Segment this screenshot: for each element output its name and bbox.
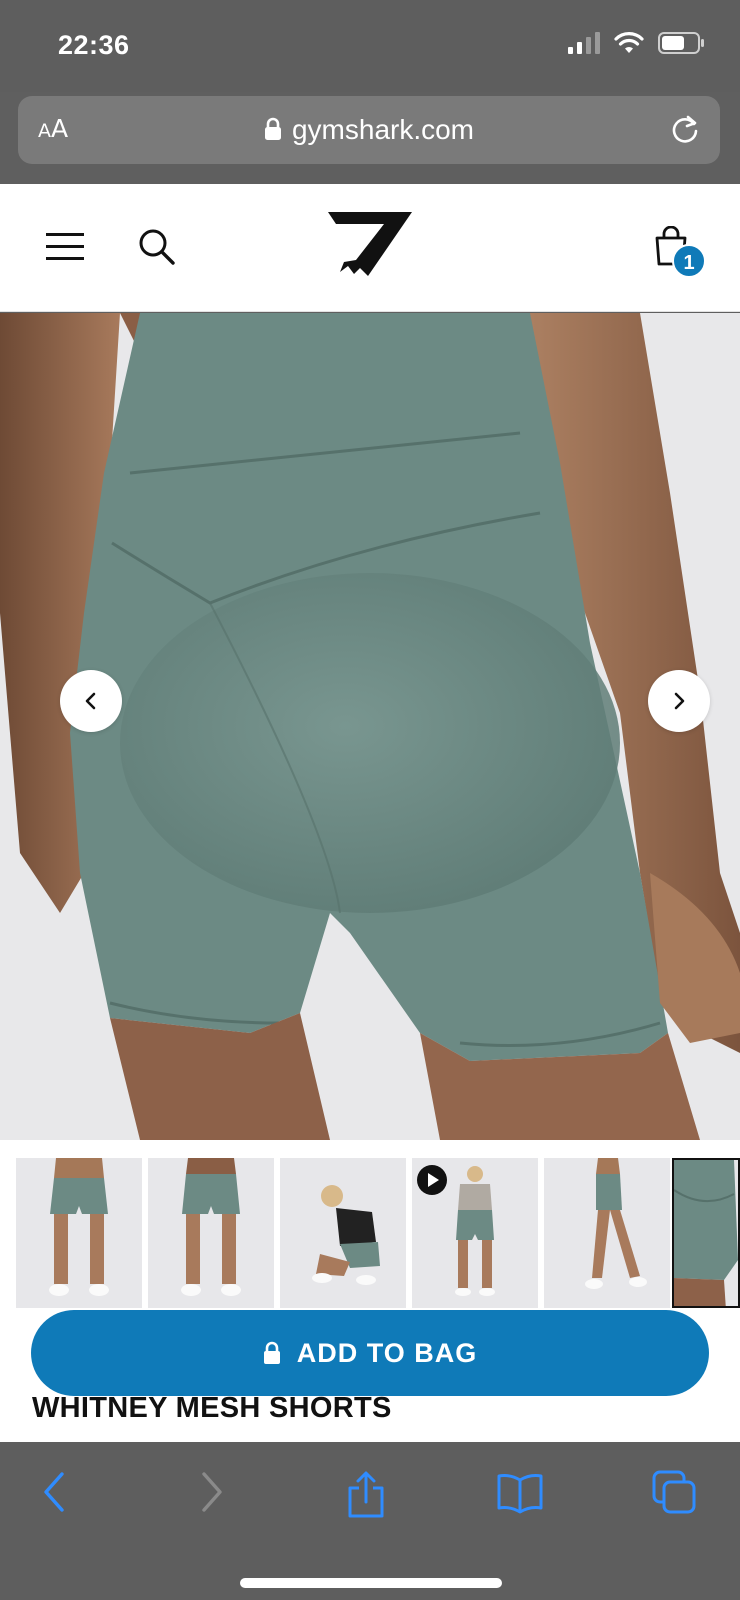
thumbnail-image [674,1160,738,1306]
site-header: 1 [0,184,740,312]
thumbnail-strip [0,1140,740,1320]
browser-toolbar [0,1442,740,1600]
thumbnail[interactable] [280,1158,406,1308]
lock-icon [264,117,281,140]
reload-icon[interactable] [668,112,702,146]
thumbnail-image [181,1158,241,1296]
chevron-right-icon [674,692,685,710]
chevron-left-icon [85,692,96,710]
share-icon[interactable] [346,1470,386,1520]
battery-icon [658,32,704,54]
product-title: WHITNEY MESH SHORTS [32,1392,392,1424]
carousel-prev-button[interactable] [60,670,122,732]
add-to-bag-label: ADD TO BAG [296,1337,478,1368]
thumbnail[interactable] [16,1158,142,1308]
url-display[interactable]: gymshark.com [18,114,720,146]
thumbnail[interactable] [544,1158,670,1308]
address-bar[interactable]: AA gymshark.com [18,96,720,164]
product-photo [0,313,740,1140]
lock-icon [263,1341,280,1364]
status-icons [568,32,704,54]
thumbnail-active[interactable] [672,1158,740,1308]
thumbnail-image [585,1158,647,1289]
status-time: 22:36 [58,30,130,60]
gymshark-logo[interactable] [326,210,414,280]
forward-icon[interactable] [198,1470,226,1514]
signal-icon [568,32,600,54]
carousel-next-button[interactable] [648,670,710,732]
url-domain: gymshark.com [291,114,475,145]
thumbnail[interactable] [148,1158,274,1308]
wifi-icon [614,32,644,53]
home-indicator[interactable] [240,1578,502,1588]
play-icon [417,1165,447,1195]
back-icon[interactable] [40,1470,68,1514]
tabs-icon[interactable] [652,1470,696,1514]
menu-icon[interactable] [46,232,84,262]
add-to-bag-button[interactable]: ADD TO BAG [31,1310,709,1396]
thumbnail-image [49,1158,109,1296]
bag-count-badge[interactable]: 1 [672,244,706,278]
thumbnail-video[interactable] [412,1158,538,1308]
thumbnail-image [312,1185,380,1285]
bookmarks-icon[interactable] [496,1470,544,1514]
search-icon[interactable] [138,228,176,266]
product-image[interactable] [0,313,740,1140]
status-bar: 22:36 [0,0,740,92]
